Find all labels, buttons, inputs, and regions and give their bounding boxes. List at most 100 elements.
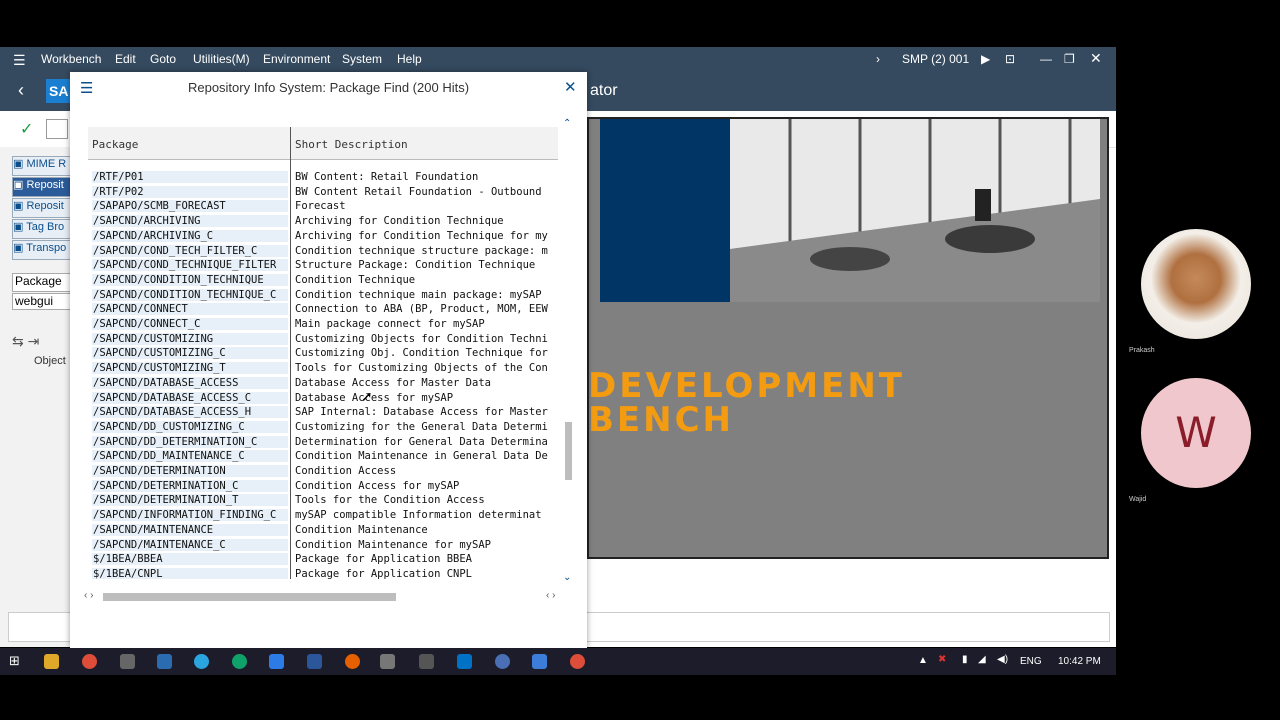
hamburger-icon[interactable]: ☰ xyxy=(13,52,26,69)
sap-logon-icon[interactable] xyxy=(120,654,135,669)
scroll-down-icon[interactable]: ⌄ xyxy=(563,572,571,583)
table-row[interactable]: $/1BEA/CNPL Package for Application CNPL xyxy=(88,567,558,579)
notepad-icon[interactable] xyxy=(380,654,395,669)
chevron-right-icon[interactable]: › xyxy=(876,52,880,66)
app-window-icon[interactable] xyxy=(532,654,547,669)
word-icon[interactable] xyxy=(307,654,322,669)
table-row[interactable]: /SAPCND/CUSTOMIZING_C Customizing Obj. Co… xyxy=(88,347,558,362)
table-row[interactable]: /SAPCND/CONNECT Connection to ABA (BP, Pr… xyxy=(88,303,558,318)
table-row[interactable]: /RTF/P02 BW Content Retail Foundation - O… xyxy=(88,185,558,201)
close-icon[interactable]: ✕ xyxy=(564,78,577,96)
file-explorer-icon[interactable] xyxy=(44,654,59,669)
app-c-icon[interactable] xyxy=(269,654,284,669)
close-window-icon[interactable]: ✕ xyxy=(1090,50,1102,67)
table-row[interactable]: /SAPCND/MAINTENANCE Condition Maintenance xyxy=(88,523,558,539)
table-row[interactable]: /SAPCND/DETERMINATION_C Condition Access … xyxy=(88,479,558,495)
folder-icon: ▣ xyxy=(13,179,27,191)
nav-label: Tag Bro xyxy=(26,221,65,233)
settings-icon[interactable] xyxy=(419,654,434,669)
cell-package: /SAPCND/CUSTOMIZING_C xyxy=(92,347,288,360)
table-row[interactable]: $/1BEA/BBEA Package for Application BBEA xyxy=(88,553,558,568)
chrome-icon[interactable] xyxy=(82,654,97,669)
table-row[interactable]: /SAPCND/ARCHIVING_C Archiving for Conditi… xyxy=(88,229,558,245)
nav-item-tag-browser[interactable]: ▣ Tag Bro xyxy=(12,219,72,239)
scroll-up-icon[interactable]: ⌃ xyxy=(563,118,571,129)
tray-network-icon[interactable]: ✖ xyxy=(938,654,946,665)
nav-item-mime[interactable]: ▣ MIME R xyxy=(12,156,72,176)
menu-workbench[interactable]: Workbench xyxy=(41,52,101,66)
table-row[interactable]: /SAPCND/CONDITION_TECHNIQUE_C Condition t… xyxy=(88,288,558,304)
participant-video-prakash[interactable] xyxy=(1141,229,1251,339)
table-row[interactable]: /SAPCND/DETERMINATION_T Tools for the Con… xyxy=(88,494,558,509)
column-header-description[interactable]: Short Description xyxy=(291,127,558,160)
tray-up-icon[interactable]: ▲ xyxy=(918,655,928,666)
menu-goto[interactable]: Goto xyxy=(150,52,176,66)
table-row[interactable]: /SAPCND/DD_DETERMINATION_C Determination … xyxy=(88,435,558,451)
participant-name: Wajid xyxy=(1129,496,1147,503)
chrome-icon-2[interactable] xyxy=(570,654,585,669)
maximize-icon[interactable]: ❐ xyxy=(1064,52,1075,66)
table-row[interactable]: /RTF/P01 BW Content: Retail Foundation xyxy=(88,171,558,186)
participant-avatar-wajid[interactable]: W xyxy=(1141,378,1251,488)
cell-description: Structure Package: Condition Technique xyxy=(295,259,536,272)
checkmark-icon[interactable]: ✓ xyxy=(20,119,33,139)
table-row[interactable]: /SAPCND/DD_MAINTENANCE_C Condition Mainte… xyxy=(88,450,558,465)
cell-description: Customizing for the General Data Determi xyxy=(295,420,548,433)
menu-help[interactable]: Help xyxy=(397,52,422,66)
package-dropdown[interactable]: Package xyxy=(12,273,72,292)
command-field[interactable] xyxy=(46,119,68,139)
table-row[interactable]: /SAPCND/DATABASE_ACCESS Database Access f… xyxy=(88,376,558,392)
table-row[interactable]: /SAPCND/DETERMINATION Condition Access xyxy=(88,465,558,480)
minimize-icon[interactable]: — xyxy=(1040,52,1052,66)
battery-icon[interactable]: ▮ xyxy=(962,654,968,665)
lock-icon[interactable]: ⊡ xyxy=(1005,52,1015,66)
outlook-icon[interactable] xyxy=(457,654,472,669)
table-row[interactable]: /SAPCND/ARCHIVING Archiving for Condition… xyxy=(88,215,558,230)
calculator-icon[interactable] xyxy=(157,654,172,669)
telegram-icon[interactable] xyxy=(194,654,209,669)
package-input[interactable]: webgui xyxy=(12,293,72,310)
table-row[interactable]: /SAPCND/DD_CUSTOMIZING_C Customizing for … xyxy=(88,420,558,436)
table-row[interactable]: /SAPAPO/SCMB_FORECAST Forecast xyxy=(88,200,558,215)
nav-item-repository[interactable]: ▣ Reposit xyxy=(12,177,72,197)
scroll-left-icon[interactable]: ‹ › xyxy=(84,590,93,601)
menu-system[interactable]: System xyxy=(342,52,382,66)
menu-environment[interactable]: Environment xyxy=(263,52,330,66)
folder-icon: ▣ xyxy=(13,158,27,170)
cell-description: BW Content: Retail Foundation xyxy=(295,171,479,183)
nav-item-transport[interactable]: ▣ Transpo xyxy=(12,240,72,260)
cell-description: Forecast xyxy=(295,200,346,213)
menu-edit[interactable]: Edit xyxy=(115,52,136,66)
horizontal-scrollbar-thumb[interactable] xyxy=(103,593,396,601)
table-row[interactable]: /SAPCND/MAINTENANCE_C Condition Maintenan… xyxy=(88,538,558,554)
language-indicator[interactable]: ENG xyxy=(1020,656,1042,667)
menu-bar: ☰ Workbench Edit Goto Utilities(M) Envir… xyxy=(0,47,1116,71)
volume-icon[interactable]: ◀) xyxy=(997,654,1008,665)
cell-description: Condition technique structure package: m xyxy=(295,244,548,257)
windows-start-icon[interactable]: ⊞ xyxy=(9,653,20,669)
table-row[interactable]: /SAPCND/COND_TECHNIQUE_FILTER Structure P… xyxy=(88,259,558,274)
edge-icon[interactable] xyxy=(232,654,247,669)
table-row[interactable]: /SAPCND/INFORMATION_FINDING_C mySAP comp… xyxy=(88,509,558,524)
firefox-icon[interactable] xyxy=(345,654,360,669)
scroll-right-icon[interactable]: ‹ › xyxy=(546,590,555,601)
clock[interactable]: 10:42 PM xyxy=(1058,656,1101,667)
table-row[interactable]: /SAPCND/DATABASE_ACCESS_C Database Access… xyxy=(88,391,558,407)
nav-arrows-icon[interactable]: ⇆ ⇥ xyxy=(12,333,39,350)
menu-utilities[interactable]: Utilities(M) xyxy=(193,52,250,66)
table-row[interactable]: /SAPCND/DATABASE_ACCESS_H SAP Internal: D… xyxy=(88,406,558,421)
nav-item-repository-2[interactable]: ▣ Reposit xyxy=(12,198,72,218)
column-label: Package xyxy=(92,138,139,151)
table-row[interactable]: /SAPCND/CONDITION_TECHNIQUE Condition Tec… xyxy=(88,273,558,289)
wifi-icon[interactable]: ◢ xyxy=(978,654,986,665)
back-icon[interactable]: ‹ xyxy=(18,80,24,101)
app-icon[interactable] xyxy=(495,654,510,669)
table-row[interactable]: /SAPCND/CUSTOMIZING_T Tools for Customizi… xyxy=(88,362,558,377)
column-header-package[interactable]: Package xyxy=(88,127,290,160)
play-icon[interactable]: ▶ xyxy=(981,52,990,66)
vertical-scrollbar-thumb[interactable] xyxy=(565,422,572,480)
table-row[interactable]: /SAPCND/CUSTOMIZING Customizing Objects f… xyxy=(88,332,558,348)
table-row[interactable]: /SAPCND/CONNECT_C Main package connect fo… xyxy=(88,318,558,333)
table-row[interactable]: /SAPCND/COND_TECH_FILTER_C Condition tech… xyxy=(88,244,558,260)
cell-description: Tools for the Condition Access xyxy=(295,494,485,507)
